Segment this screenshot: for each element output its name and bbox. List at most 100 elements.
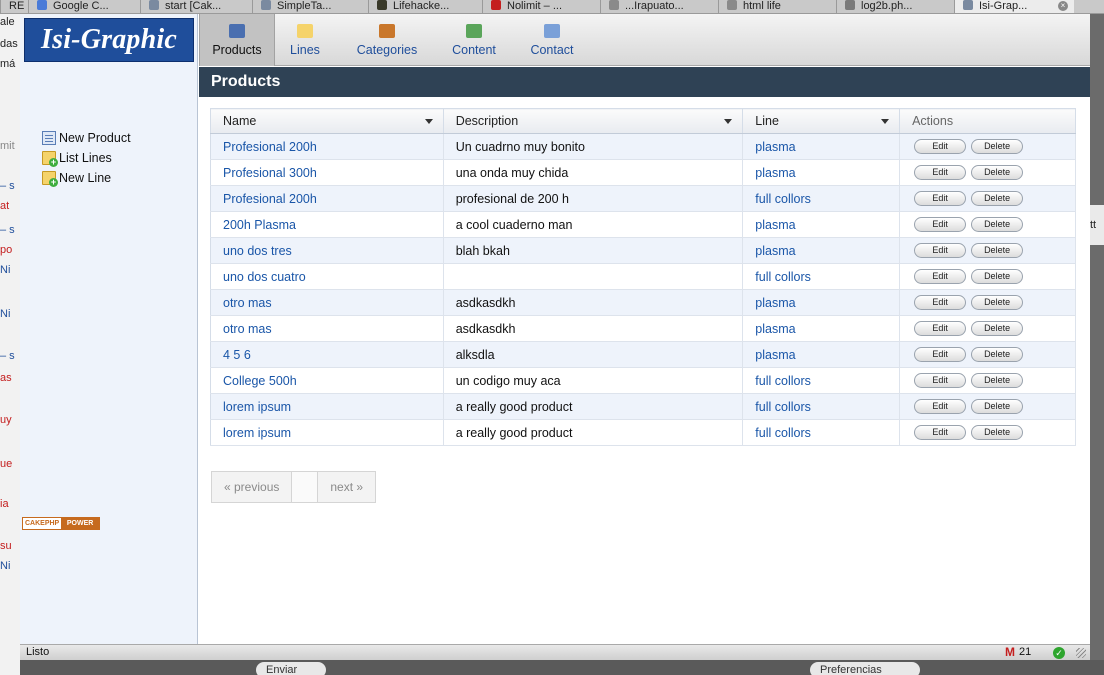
edit-button[interactable]: Edit <box>914 321 967 337</box>
delete-button[interactable]: Delete <box>971 347 1024 363</box>
browser-tab[interactable]: start [Cak... <box>140 0 252 13</box>
categories-icon <box>379 24 395 38</box>
product-name-link[interactable]: 4 5 6 <box>210 341 444 368</box>
sidebar-item-new-product[interactable]: New Product <box>42 128 131 148</box>
edit-button[interactable]: Edit <box>914 269 967 285</box>
column-header-name[interactable]: Name <box>210 108 444 134</box>
column-header-line[interactable]: Line <box>742 108 901 134</box>
next-page-link[interactable]: next » <box>318 472 375 502</box>
product-description <box>443 263 744 290</box>
edit-button[interactable]: Edit <box>914 191 967 207</box>
edit-button[interactable]: Edit <box>914 425 967 441</box>
delete-button[interactable]: Delete <box>971 269 1024 285</box>
product-description: a cool cuaderno man <box>443 211 744 238</box>
browser-tab[interactable]: Nolimit – ... <box>482 0 600 13</box>
sidebar-item-list-lines[interactable]: + List Lines <box>42 148 131 168</box>
product-name-link[interactable]: uno dos tres <box>210 237 444 264</box>
product-line-link[interactable]: plasma <box>742 133 901 160</box>
new-line-icon: + <box>42 171 58 187</box>
mail-count: 21 <box>1019 646 1032 658</box>
table-row: lorem ipsum a really good product full col… <box>210 393 1076 420</box>
row-actions: Edit Delete <box>899 211 1076 238</box>
list-lines-icon: + <box>42 151 58 167</box>
product-name-link[interactable]: Profesional 200h <box>210 185 444 212</box>
delete-button[interactable]: Delete <box>971 399 1024 415</box>
product-line-link[interactable]: plasma <box>742 159 901 186</box>
product-name-link[interactable]: Profesional 300h <box>210 159 444 186</box>
delete-button[interactable]: Delete <box>971 191 1024 207</box>
nav-tab-contact[interactable]: Contact <box>519 14 585 66</box>
table-row: uno dos tres blah bkah plasma Edit Delete <box>210 237 1076 264</box>
product-name-link[interactable]: Profesional 200h <box>210 133 444 160</box>
cakephp-power-badge[interactable]: CAKEPHP POWER <box>22 517 100 530</box>
product-line-link[interactable]: plasma <box>742 315 901 342</box>
table-header-row: Name Description Line Actions <box>210 108 1076 134</box>
nav-tab-categories[interactable]: Categories <box>343 14 431 66</box>
edit-button[interactable]: Edit <box>914 243 967 259</box>
browser-tab[interactable]: RE <box>0 0 28 13</box>
nav-tab-lines[interactable]: Lines <box>277 14 333 66</box>
table-row: Profesional 200h profesional de 200 h full… <box>210 185 1076 212</box>
delete-button[interactable]: Delete <box>971 139 1024 155</box>
product-line-link[interactable]: plasma <box>742 341 901 368</box>
google-icon <box>37 0 47 10</box>
browser-tab[interactable]: SimpleTa... <box>252 0 368 13</box>
product-line-link[interactable]: full collors <box>742 367 901 394</box>
browser-tab-label: log2b.ph... <box>861 0 913 12</box>
edit-button[interactable]: Edit <box>914 373 967 389</box>
logo[interactable]: Isi-Graphic <box>24 18 194 62</box>
delete-button[interactable]: Delete <box>971 165 1024 181</box>
product-line-link[interactable]: full collors <box>742 393 901 420</box>
edit-button[interactable]: Edit <box>914 295 967 311</box>
product-line-link[interactable]: full collors <box>742 419 901 446</box>
product-line-link[interactable]: full collors <box>742 263 901 290</box>
nav-tab-content[interactable]: Content <box>440 14 508 66</box>
browser-tab[interactable]: html life <box>718 0 836 13</box>
delete-button[interactable]: Delete <box>971 243 1024 259</box>
close-tab-icon[interactable]: × <box>1058 1 1068 11</box>
checkmark-icon[interactable]: ✓ <box>1053 647 1065 659</box>
sidebar-item-new-line[interactable]: + New Line <box>42 168 131 188</box>
product-name-link[interactable]: 200h Plasma <box>210 211 444 238</box>
product-name-link[interactable]: uno dos cuatro <box>210 263 444 290</box>
nav-tab-label: Categories <box>356 43 418 57</box>
nav-tab-products[interactable]: Products <box>199 14 275 66</box>
delete-button[interactable]: Delete <box>971 373 1024 389</box>
column-label: Name <box>223 114 257 128</box>
edit-button[interactable]: Edit <box>914 217 967 233</box>
product-name-link[interactable]: lorem ipsum <box>210 393 444 420</box>
sidebar-item-label: New Product <box>59 131 131 145</box>
browser-tab[interactable]: Lifehacke... <box>368 0 482 13</box>
browser-tab[interactable]: Google C... <box>28 0 140 13</box>
browser-tab[interactable]: log2b.ph... <box>836 0 954 13</box>
products-icon <box>229 24 245 38</box>
edit-button[interactable]: Edit <box>914 139 967 155</box>
edit-button[interactable]: Edit <box>914 347 967 363</box>
delete-button[interactable]: Delete <box>971 321 1024 337</box>
column-header-description[interactable]: Description <box>443 108 744 134</box>
mail-notifier[interactable]: M 21 <box>1005 645 1031 660</box>
product-line-link[interactable]: plasma <box>742 211 901 238</box>
background-window-bottom: Enviar Preferencias <box>20 660 1104 675</box>
product-line-link[interactable]: plasma <box>742 237 901 264</box>
product-description: una onda muy chida <box>443 159 744 186</box>
column-label: Actions <box>912 114 954 128</box>
browser-tab[interactable]: Isi-Grap... × <box>954 0 1074 13</box>
browser-tab[interactable]: ...Irapuato... <box>600 0 718 13</box>
product-line-link[interactable]: plasma <box>742 289 901 316</box>
product-name-link[interactable]: College 500h <box>210 367 444 394</box>
product-name-link[interactable]: otro mas <box>210 315 444 342</box>
edit-button[interactable]: Edit <box>914 165 967 181</box>
product-name-link[interactable]: otro mas <box>210 289 444 316</box>
previous-page-link[interactable]: « previous <box>212 472 293 502</box>
sort-arrow-icon <box>724 119 733 124</box>
delete-button[interactable]: Delete <box>971 217 1024 233</box>
browser-tab-label: Google C... <box>53 0 109 12</box>
product-line-link[interactable]: full collors <box>742 185 901 212</box>
delete-button[interactable]: Delete <box>971 425 1024 441</box>
resize-grip-icon[interactable] <box>1076 648 1086 658</box>
product-name-link[interactable]: lorem ipsum <box>210 419 444 446</box>
delete-button[interactable]: Delete <box>971 295 1024 311</box>
product-description: a really good product <box>443 419 744 446</box>
edit-button[interactable]: Edit <box>914 399 967 415</box>
